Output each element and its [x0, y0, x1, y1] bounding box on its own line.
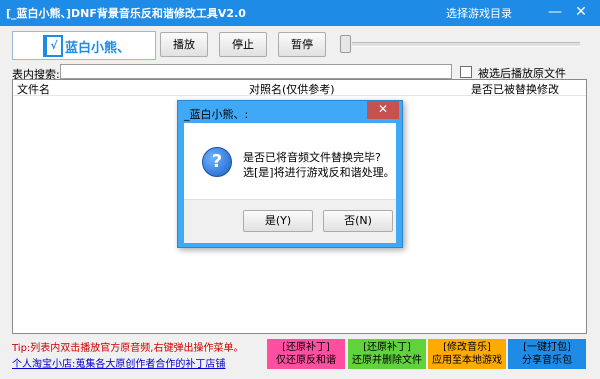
checkmark-logo-icon: √: [43, 35, 63, 57]
close-icon[interactable]: ✕: [570, 3, 592, 23]
minimize-icon[interactable]: —: [544, 3, 566, 23]
title-bar: [_蓝白小熊、]DNF背景音乐反和谐修改工具V2.0 选择游戏目录 — ✕: [0, 0, 600, 26]
play-button[interactable]: 播放: [160, 32, 208, 57]
button-line1: [修改音乐]: [443, 342, 491, 353]
window-title: [_蓝白小熊、]DNF背景音乐反和谐修改工具V2.0: [6, 7, 246, 20]
no-button[interactable]: 否(N): [323, 210, 393, 232]
dialog-close-icon[interactable]: ✕: [367, 101, 399, 119]
slider-track[interactable]: [352, 42, 580, 47]
button-line2: 仅还原反和谐: [276, 355, 336, 366]
dialog-footer: 是(Y) 否(N): [184, 199, 396, 243]
select-game-directory-menu[interactable]: 选择游戏目录: [446, 5, 512, 21]
logo-text: 蓝白小熊、: [65, 41, 131, 56]
restore-and-delete-button[interactable]: [还原补丁] 还原并删除文件: [348, 339, 426, 369]
column-filename[interactable]: 文件名: [17, 81, 50, 97]
slider-thumb[interactable]: [340, 35, 351, 53]
confirm-dialog: _蓝白小熊、: ✕ ? 是否已将音频文件替换完毕? 选[是]将进行游戏反和谐处理…: [177, 100, 403, 248]
share-music-pack-button[interactable]: [一键打包] 分享音乐包: [508, 339, 586, 369]
column-replaced-status[interactable]: 是否已被替换修改: [471, 81, 559, 97]
list-header: 文件名 对照名(仅供参考) 是否已被替换修改: [13, 80, 586, 96]
play-after-select-checkbox[interactable]: [460, 66, 472, 78]
button-line1: [一键打包]: [523, 342, 571, 353]
volume-slider[interactable]: [338, 31, 584, 58]
button-line1: [还原补丁]: [282, 342, 330, 353]
search-input[interactable]: [60, 64, 452, 79]
logo: √ 蓝白小熊、: [12, 31, 156, 60]
stop-button[interactable]: 停止: [219, 32, 267, 57]
button-line2: 分享音乐包: [522, 355, 572, 366]
button-line2: 还原并删除文件: [352, 355, 422, 366]
shop-link[interactable]: 个人淘宝小店:蒐集各大原创作者合作的补丁店铺: [12, 355, 225, 370]
dialog-message-line2: 选[是]将进行游戏反和谐处理。: [243, 166, 395, 179]
restore-anti-harmony-button[interactable]: [还原补丁] 仅还原反和谐: [267, 339, 345, 369]
dialog-title: _蓝白小熊、:: [184, 108, 249, 121]
apply-music-button[interactable]: [修改音乐] 应用至本地游戏: [428, 339, 506, 369]
dialog-body: ? 是否已将音频文件替换完毕? 选[是]将进行游戏反和谐处理。 是(Y) 否(N…: [184, 123, 396, 243]
button-line2: 应用至本地游戏: [432, 355, 502, 366]
yes-button[interactable]: 是(Y): [243, 210, 313, 232]
dialog-message-line1: 是否已将音频文件替换完毕?: [243, 151, 381, 164]
pause-button[interactable]: 暂停: [278, 32, 326, 57]
question-icon: ?: [202, 147, 232, 177]
column-reference-name[interactable]: 对照名(仅供参考): [249, 81, 335, 97]
tip-text: Tip:列表内双击播放官方原音频,右键弹出操作菜单。: [12, 343, 244, 354]
button-line1: [还原补丁]: [363, 342, 411, 353]
